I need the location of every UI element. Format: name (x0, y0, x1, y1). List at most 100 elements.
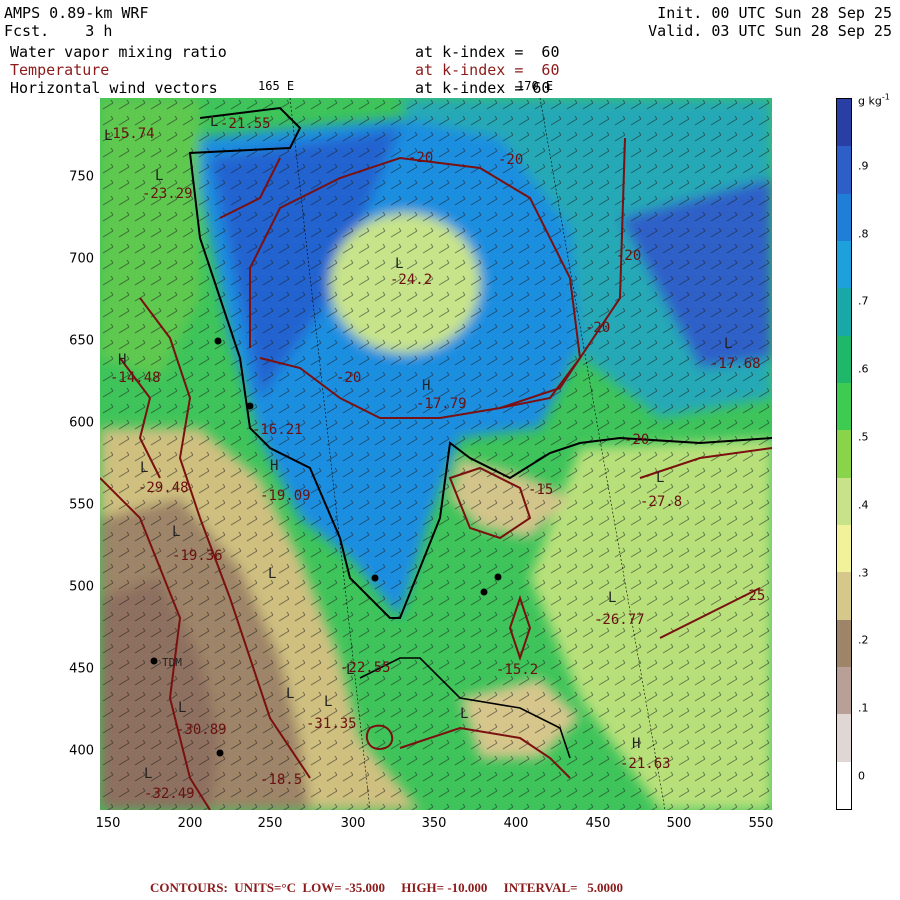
colorbar-label: 0 (858, 769, 865, 783)
extremum-value: -15.2 (496, 662, 538, 678)
x-tick: 150 (95, 816, 121, 831)
extremum-value: -21.55 (220, 116, 271, 132)
field-name-wind: Horizontal wind vectors (10, 79, 218, 97)
y-tick: 500 (69, 579, 94, 595)
contour-label: -20 (624, 432, 649, 448)
extremum-value: -30.89 (176, 722, 227, 738)
extremum-value: -15.74 (104, 126, 155, 142)
colorbar-label: .5 (858, 430, 869, 444)
extremum-marker: L (144, 766, 152, 782)
contour-label: -20 (408, 150, 433, 166)
extremum-marker: L (268, 566, 276, 582)
extremum-marker: L (395, 256, 403, 272)
colorbar-segment (837, 572, 851, 621)
map-canvas: -20 -20 -20 -20 -20 -20 -25 -15 L -24.2 … (100, 98, 772, 810)
colorbar-label: .6 (858, 362, 869, 376)
colorbar-segment (837, 288, 851, 337)
extremum-value: -17.68 (710, 356, 761, 372)
x-tick: 500 (666, 816, 692, 831)
colorbar-segment (837, 241, 851, 289)
extremum-marker: L (178, 700, 186, 716)
colorbar-units: g kg-1 (858, 92, 890, 108)
extremum-marker: L (172, 524, 180, 540)
colorbar-segment (837, 335, 851, 384)
extremum-marker: L (724, 336, 732, 352)
contour-label: -20 (498, 152, 523, 168)
wind-vector-field (100, 98, 772, 810)
colorbar-segment (837, 430, 851, 479)
extremum-value: -18.5 (260, 772, 302, 788)
extremum-value: -24.2 (390, 272, 432, 288)
extremum-value: -26.77 (594, 612, 645, 628)
extremum-marker: L (286, 686, 294, 702)
contour-info-footer: CONTOURS: UNITS=°C LOW= -35.000 HIGH= -1… (150, 880, 624, 895)
colorbar-segment (837, 761, 851, 810)
colorbar-segment (837, 477, 851, 526)
y-tick: 700 (69, 251, 94, 267)
station-label: TDM (162, 656, 182, 669)
longitude-label-165e: 165 E (258, 79, 295, 93)
longitude-label-170e: 170 E (517, 79, 554, 93)
extremum-marker: H (632, 736, 640, 752)
field-level-vapor: at k-index = 60 (415, 43, 560, 61)
colorbar-label: .4 (858, 498, 869, 512)
extremum-marker: L (324, 694, 332, 710)
extremum-value: -29.48 (138, 480, 189, 496)
colorbar (836, 98, 852, 810)
extremum-value: -27.8 (640, 494, 682, 510)
extremum-marker: L (140, 460, 148, 476)
extremum-value: -19.36 (172, 548, 223, 564)
y-tick: 450 (69, 661, 94, 677)
extremum-value: -31.35 (306, 716, 357, 732)
colorbar-label: .9 (858, 159, 869, 173)
colorbar-label: .3 (858, 566, 869, 580)
extremum-value: -32.49 (144, 786, 195, 802)
extremum-marker: L (608, 590, 616, 606)
colorbar-segment (837, 383, 851, 431)
init-time: Init. 00 UTC Sun 28 Sep 25 (657, 4, 892, 22)
x-tick: 200 (177, 816, 203, 831)
extremum-marker: H (422, 378, 430, 394)
extremum-value: -22.55 (340, 660, 391, 676)
colorbar-label: .1 (858, 701, 869, 715)
colorbar-label: .8 (858, 227, 869, 241)
y-tick: 750 (69, 169, 94, 185)
extremum-marker: H (270, 458, 278, 474)
colorbar-segment (837, 667, 851, 715)
map-panel: -20 -20 -20 -20 -20 -20 -25 -15 L -24.2 … (100, 98, 772, 810)
extremum-marker: H (118, 352, 126, 368)
colorbar-segment (837, 99, 851, 147)
extremum-value: -19.09 (260, 488, 311, 504)
colorbar-segment (837, 619, 851, 668)
colorbar-segment (837, 525, 851, 573)
x-tick: 450 (585, 816, 611, 831)
y-tick: 550 (69, 497, 94, 513)
y-tick: 600 (69, 415, 94, 431)
extremum-marker: L (460, 706, 468, 722)
colorbar-segment (837, 714, 851, 763)
field-name-temperature: Temperature (10, 61, 110, 79)
extremum-value: -23.29 (142, 186, 193, 202)
x-tick: 250 (257, 816, 283, 831)
contour-label: -15 (528, 482, 553, 498)
extremum-value: -17.79 (416, 396, 467, 412)
forecast-hour: Fcst. 3 h (4, 22, 113, 40)
contour-label: -20 (585, 320, 610, 336)
contour-label: -25 (740, 588, 765, 604)
x-tick: 300 (340, 816, 366, 831)
colorbar-label: .2 (858, 633, 869, 647)
extremum-value: -21.63 (620, 756, 671, 772)
extremum-marker: L (210, 114, 218, 130)
extremum-marker: L (656, 470, 664, 486)
field-name-vapor: Water vapor mixing ratio (10, 43, 227, 61)
extremum-marker: L (155, 168, 163, 184)
y-tick: 650 (69, 333, 94, 349)
contour-label: -20 (616, 248, 641, 264)
extremum-value: -14.48 (110, 370, 161, 386)
colorbar-label: .7 (858, 294, 869, 308)
colorbar-segment (837, 193, 851, 242)
extremum-value: -16.21 (252, 422, 303, 438)
x-tick: 550 (748, 816, 774, 831)
x-tick: 350 (421, 816, 447, 831)
valid-time: Valid. 03 UTC Sun 28 Sep 25 (648, 22, 892, 40)
